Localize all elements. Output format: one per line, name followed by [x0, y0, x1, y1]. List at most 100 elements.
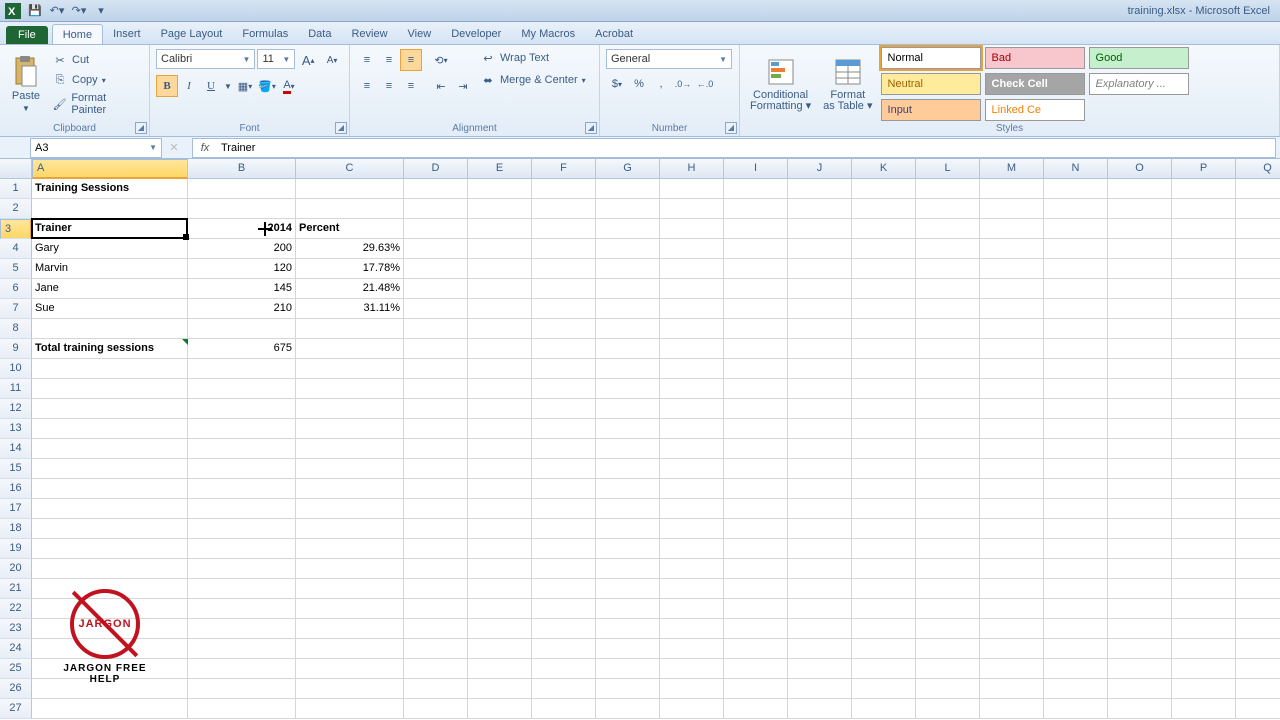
cell-K4[interactable]: [852, 239, 916, 259]
cell-L16[interactable]: [916, 479, 980, 499]
cell-M19[interactable]: [980, 539, 1044, 559]
font-color-button[interactable]: A▾: [278, 75, 300, 97]
cell-I17[interactable]: [724, 499, 788, 519]
cell-H3[interactable]: [660, 219, 724, 239]
cell-D17[interactable]: [404, 499, 468, 519]
tab-formulas[interactable]: Formulas: [232, 24, 298, 44]
cell-N12[interactable]: [1044, 399, 1108, 419]
cell-F7[interactable]: [532, 299, 596, 319]
cell-C7[interactable]: 31.11%: [296, 299, 404, 319]
cell-C26[interactable]: [296, 679, 404, 699]
cell-O14[interactable]: [1108, 439, 1172, 459]
cell-L9[interactable]: [916, 339, 980, 359]
cell-styles-gallery[interactable]: NormalBadGoodNeutralCheck CellExplanator…: [881, 47, 1241, 121]
cell-B25[interactable]: [188, 659, 296, 679]
cell-E14[interactable]: [468, 439, 532, 459]
redo-icon[interactable]: ↷▾: [70, 2, 88, 20]
cell-K9[interactable]: [852, 339, 916, 359]
cell-A3[interactable]: Trainer: [32, 219, 188, 239]
cell-N21[interactable]: [1044, 579, 1108, 599]
cell-M9[interactable]: [980, 339, 1044, 359]
cell-B23[interactable]: [188, 619, 296, 639]
cell-F12[interactable]: [532, 399, 596, 419]
cell-I16[interactable]: [724, 479, 788, 499]
cell-H23[interactable]: [660, 619, 724, 639]
row-headers[interactable]: 1234567891011121314151617181920212223242…: [0, 179, 32, 719]
cell-P14[interactable]: [1172, 439, 1236, 459]
cell-grid[interactable]: Training SessionsTrainer2014PercentGary2…: [32, 179, 1280, 719]
cell-H14[interactable]: [660, 439, 724, 459]
cell-E18[interactable]: [468, 519, 532, 539]
cell-Q9[interactable]: [1236, 339, 1280, 359]
cell-I24[interactable]: [724, 639, 788, 659]
row-header-7[interactable]: 7: [0, 299, 32, 319]
align-bottom-button[interactable]: ≡: [400, 49, 422, 71]
cell-P19[interactable]: [1172, 539, 1236, 559]
row-header-2[interactable]: 2: [0, 199, 32, 219]
cell-C16[interactable]: [296, 479, 404, 499]
cell-G13[interactable]: [596, 419, 660, 439]
style-normal[interactable]: Normal: [881, 47, 981, 69]
cell-J17[interactable]: [788, 499, 852, 519]
font-size-select[interactable]: 11▼: [257, 49, 295, 69]
cell-C3[interactable]: Percent: [296, 219, 404, 239]
cell-E8[interactable]: [468, 319, 532, 339]
cell-O17[interactable]: [1108, 499, 1172, 519]
cell-Q5[interactable]: [1236, 259, 1280, 279]
cell-I8[interactable]: [724, 319, 788, 339]
cell-E10[interactable]: [468, 359, 532, 379]
cell-F14[interactable]: [532, 439, 596, 459]
cell-H27[interactable]: [660, 699, 724, 719]
cell-P11[interactable]: [1172, 379, 1236, 399]
cell-N11[interactable]: [1044, 379, 1108, 399]
cell-Q15[interactable]: [1236, 459, 1280, 479]
cell-C11[interactable]: [296, 379, 404, 399]
cell-O10[interactable]: [1108, 359, 1172, 379]
cell-D19[interactable]: [404, 539, 468, 559]
cell-Q23[interactable]: [1236, 619, 1280, 639]
cell-K18[interactable]: [852, 519, 916, 539]
cell-A6[interactable]: Jane: [32, 279, 188, 299]
cell-I3[interactable]: [724, 219, 788, 239]
row-header-21[interactable]: 21: [0, 579, 32, 599]
cell-A1[interactable]: Training Sessions: [32, 179, 188, 199]
align-middle-button[interactable]: ≡: [378, 49, 400, 71]
cell-P12[interactable]: [1172, 399, 1236, 419]
cell-J2[interactable]: [788, 199, 852, 219]
cell-A9[interactable]: Total training sessions: [32, 339, 188, 359]
cell-N7[interactable]: [1044, 299, 1108, 319]
cell-A14[interactable]: [32, 439, 188, 459]
cell-O24[interactable]: [1108, 639, 1172, 659]
cell-G8[interactable]: [596, 319, 660, 339]
cell-K27[interactable]: [852, 699, 916, 719]
cell-I13[interactable]: [724, 419, 788, 439]
cell-F8[interactable]: [532, 319, 596, 339]
cell-E1[interactable]: [468, 179, 532, 199]
cell-C8[interactable]: [296, 319, 404, 339]
cell-B15[interactable]: [188, 459, 296, 479]
cell-A16[interactable]: [32, 479, 188, 499]
cell-N23[interactable]: [1044, 619, 1108, 639]
cell-J4[interactable]: [788, 239, 852, 259]
cell-B9[interactable]: 675: [188, 339, 296, 359]
cell-O9[interactable]: [1108, 339, 1172, 359]
cell-I23[interactable]: [724, 619, 788, 639]
style-linked-ce[interactable]: Linked Ce: [985, 99, 1085, 121]
cell-C19[interactable]: [296, 539, 404, 559]
cell-O7[interactable]: [1108, 299, 1172, 319]
cell-Q2[interactable]: [1236, 199, 1280, 219]
cell-I7[interactable]: [724, 299, 788, 319]
cell-P18[interactable]: [1172, 519, 1236, 539]
cell-G11[interactable]: [596, 379, 660, 399]
cell-O1[interactable]: [1108, 179, 1172, 199]
cell-D4[interactable]: [404, 239, 468, 259]
cell-B21[interactable]: [188, 579, 296, 599]
cell-I12[interactable]: [724, 399, 788, 419]
cell-F6[interactable]: [532, 279, 596, 299]
cell-L19[interactable]: [916, 539, 980, 559]
cell-K23[interactable]: [852, 619, 916, 639]
cell-Q12[interactable]: [1236, 399, 1280, 419]
cell-Q27[interactable]: [1236, 699, 1280, 719]
cell-C10[interactable]: [296, 359, 404, 379]
cell-N13[interactable]: [1044, 419, 1108, 439]
